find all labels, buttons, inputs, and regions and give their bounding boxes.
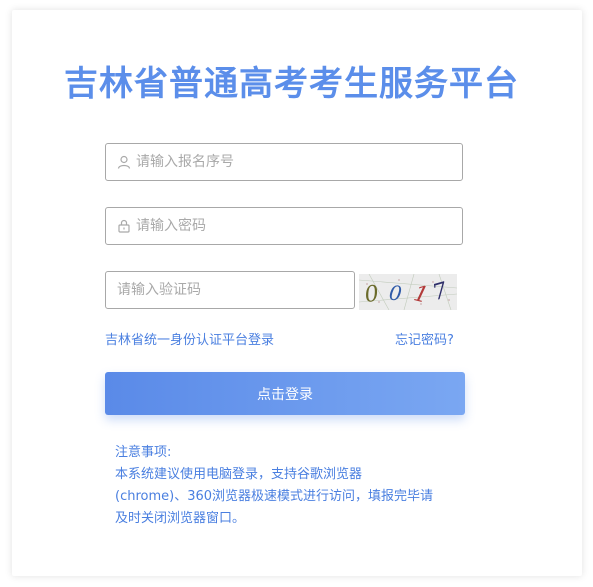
sso-login-link[interactable]: 吉林省统一身份认证平台登录 xyxy=(105,329,274,348)
captcha-input[interactable] xyxy=(117,272,347,308)
password-field-wrapper xyxy=(105,207,463,245)
lock-icon xyxy=(118,219,130,233)
login-card: 吉林省普通高考考生服务平台 0 xyxy=(12,10,582,576)
notice-line-3: 及时关闭浏览器窗口。 xyxy=(115,511,246,526)
captcha-field-wrapper xyxy=(105,271,355,309)
username-field-wrapper xyxy=(105,143,463,181)
notice-heading: 注意事项: xyxy=(115,445,172,460)
username-input[interactable] xyxy=(136,144,454,180)
login-button[interactable]: 点击登录 xyxy=(105,372,465,415)
notice-block: 注意事项: 本系统建议使用电脑登录，支持谷歌浏览器 (chrome)、360浏览… xyxy=(115,442,465,530)
notice-line-2: (chrome)、360浏览器极速模式进行访问，填报完毕请 xyxy=(115,489,434,504)
captcha-image[interactable]: 0 0 1 7 xyxy=(359,274,457,310)
notice-line-1: 本系统建议使用电脑登录，支持谷歌浏览器 xyxy=(115,467,363,482)
password-input[interactable] xyxy=(136,208,454,244)
user-icon xyxy=(117,155,131,169)
page-title: 吉林省普通高考考生服务平台 xyxy=(64,64,519,104)
forgot-password-link[interactable]: 忘记密码? xyxy=(395,329,454,348)
